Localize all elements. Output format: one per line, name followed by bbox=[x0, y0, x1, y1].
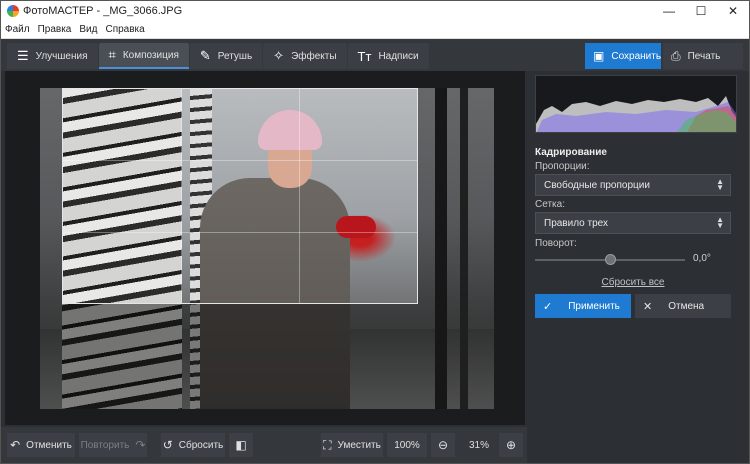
settings-panel: Кадрирование Пропорции: Свободные пропор… bbox=[529, 71, 749, 463]
fit-screen-icon: ⛶ bbox=[323, 437, 332, 452]
redo-label: Повторить bbox=[80, 439, 130, 451]
rotation-label: Поворот: bbox=[535, 238, 577, 249]
tab-label: Улучшения bbox=[35, 50, 88, 62]
histogram bbox=[535, 75, 737, 133]
grid-label: Сетка: bbox=[535, 199, 565, 210]
floppy-disk-icon: ▣ bbox=[593, 49, 605, 63]
tab-composition[interactable]: ⌗ Композиция bbox=[98, 43, 189, 69]
main-toolbar: ☰ Улучшения ⌗ Композиция ✎ Ретушь ✧ Эффе… bbox=[1, 39, 749, 71]
bottom-toolbar: ↶ Отменить Повторить ↷ ↺ Сбросить ◧ ⛶ Ум… bbox=[1, 427, 527, 463]
save-button[interactable]: ▣ Сохранить bbox=[585, 43, 661, 69]
reset-label: Сбросить bbox=[178, 439, 224, 451]
crop-shade-left bbox=[40, 88, 62, 409]
checkmark-icon: ✓ bbox=[543, 300, 553, 313]
cancel-label: Отмена bbox=[668, 300, 705, 312]
fit-label: Уместить bbox=[337, 439, 381, 451]
redo-button[interactable]: Повторить ↷ bbox=[79, 433, 147, 457]
menu-edit[interactable]: Правка bbox=[38, 24, 72, 35]
zoom-100-label: 100% bbox=[394, 439, 420, 451]
plus-icon: ⊕ bbox=[505, 438, 517, 452]
window-controls: — ☐ ✕ bbox=[653, 1, 749, 21]
crop-section-title: Кадрирование bbox=[535, 147, 607, 158]
crop-grid-line bbox=[63, 231, 417, 233]
zoom-100-button[interactable]: 100% bbox=[387, 433, 427, 457]
save-label: Сохранить bbox=[611, 50, 662, 62]
cancel-button[interactable]: ✕ Отмена bbox=[635, 294, 731, 318]
redo-arrow-icon: ↷ bbox=[135, 438, 146, 452]
app-window: ФотоМАСТЕР - _MG_3066.JPG — ☐ ✕ Файл Пра… bbox=[0, 0, 750, 464]
undo-label: Отменить bbox=[26, 439, 72, 451]
compare-icon: ◧ bbox=[235, 438, 247, 452]
app-logo-icon bbox=[7, 5, 19, 17]
crop-grid-line bbox=[298, 89, 300, 303]
tab-retouch[interactable]: ✎ Ретушь bbox=[189, 43, 263, 69]
crop-shade-bottom bbox=[62, 304, 418, 409]
close-icon: ✕ bbox=[643, 300, 653, 313]
text-icon: Tт bbox=[357, 48, 372, 64]
tab-label: Композиция bbox=[122, 49, 179, 61]
fit-button[interactable]: ⛶ Уместить bbox=[321, 433, 383, 457]
tab-captions[interactable]: Tт Надписи bbox=[347, 43, 429, 69]
minus-icon: ⊖ bbox=[437, 438, 449, 452]
proportions-value: Свободные пропорции bbox=[544, 179, 650, 191]
photo-image bbox=[40, 88, 494, 409]
proportions-select[interactable]: Свободные пропорции ▲ ▼ bbox=[535, 174, 731, 196]
undo-button[interactable]: ↶ Отменить bbox=[7, 433, 75, 457]
updown-arrows-icon: ▲ ▼ bbox=[716, 215, 724, 230]
print-label: Печать bbox=[687, 50, 721, 62]
photo-canvas[interactable] bbox=[5, 71, 525, 425]
menu-file[interactable]: Файл bbox=[5, 24, 30, 35]
grid-value: Правило трех bbox=[544, 217, 608, 229]
brush-icon: ✎ bbox=[199, 48, 211, 63]
tab-enhancements[interactable]: ☰ Улучшения bbox=[7, 43, 98, 69]
window-title: ФотоМАСТЕР - _MG_3066.JPG bbox=[23, 5, 183, 17]
apply-label: Применить bbox=[568, 300, 620, 312]
menu-help[interactable]: Справка bbox=[105, 24, 144, 35]
zoom-out-button[interactable]: ⊖ bbox=[431, 433, 455, 457]
undo-arrow-icon: ↶ bbox=[10, 438, 21, 452]
sliders-icon: ☰ bbox=[17, 48, 29, 63]
compare-button[interactable]: ◧ bbox=[229, 433, 253, 457]
reset-button[interactable]: ↺ Сбросить bbox=[161, 433, 225, 457]
rotation-value: 0,0° bbox=[693, 253, 711, 264]
close-button[interactable]: ✕ bbox=[717, 1, 749, 21]
grid-select[interactable]: Правило трех ▲ ▼ bbox=[535, 212, 731, 234]
crop-grid-line bbox=[180, 89, 182, 303]
tab-label: Ретушь bbox=[217, 50, 253, 62]
crop-frame[interactable] bbox=[62, 88, 418, 304]
updown-arrows-icon: ▲ ▼ bbox=[716, 177, 724, 192]
tab-effects[interactable]: ✧ Эффекты bbox=[263, 43, 347, 69]
crop-grid-line bbox=[63, 160, 417, 162]
title-bar: ФотоМАСТЕР - _MG_3066.JPG — ☐ ✕ bbox=[1, 1, 749, 21]
zoom-level: 31% bbox=[468, 439, 489, 451]
tab-label: Эффекты bbox=[291, 50, 337, 62]
histogram-graph bbox=[536, 96, 736, 132]
crop-shade-right bbox=[418, 88, 494, 409]
menu-view[interactable]: Вид bbox=[79, 24, 97, 35]
maximize-button[interactable]: ☐ bbox=[685, 1, 717, 21]
zoom-in-button[interactable]: ⊕ bbox=[499, 433, 523, 457]
crop-icon: ⌗ bbox=[108, 47, 116, 62]
print-button[interactable]: ⎙ Печать bbox=[663, 43, 743, 69]
tool-tabs: ☰ Улучшения ⌗ Композиция ✎ Ретушь ✧ Эффе… bbox=[7, 43, 430, 69]
reset-icon: ↺ bbox=[162, 438, 173, 452]
printer-icon: ⎙ bbox=[671, 48, 681, 63]
minimize-button[interactable]: — bbox=[653, 1, 685, 21]
menu-bar: Файл Правка Вид Справка bbox=[1, 21, 749, 39]
apply-button[interactable]: ✓ Применить bbox=[535, 294, 631, 318]
proportions-label: Пропорции: bbox=[535, 161, 590, 172]
magic-wand-icon: ✧ bbox=[273, 48, 285, 63]
rotation-slider-handle[interactable] bbox=[605, 254, 616, 265]
tab-label: Надписи bbox=[378, 50, 419, 62]
reset-all-link[interactable]: Сбросить все bbox=[529, 277, 737, 288]
